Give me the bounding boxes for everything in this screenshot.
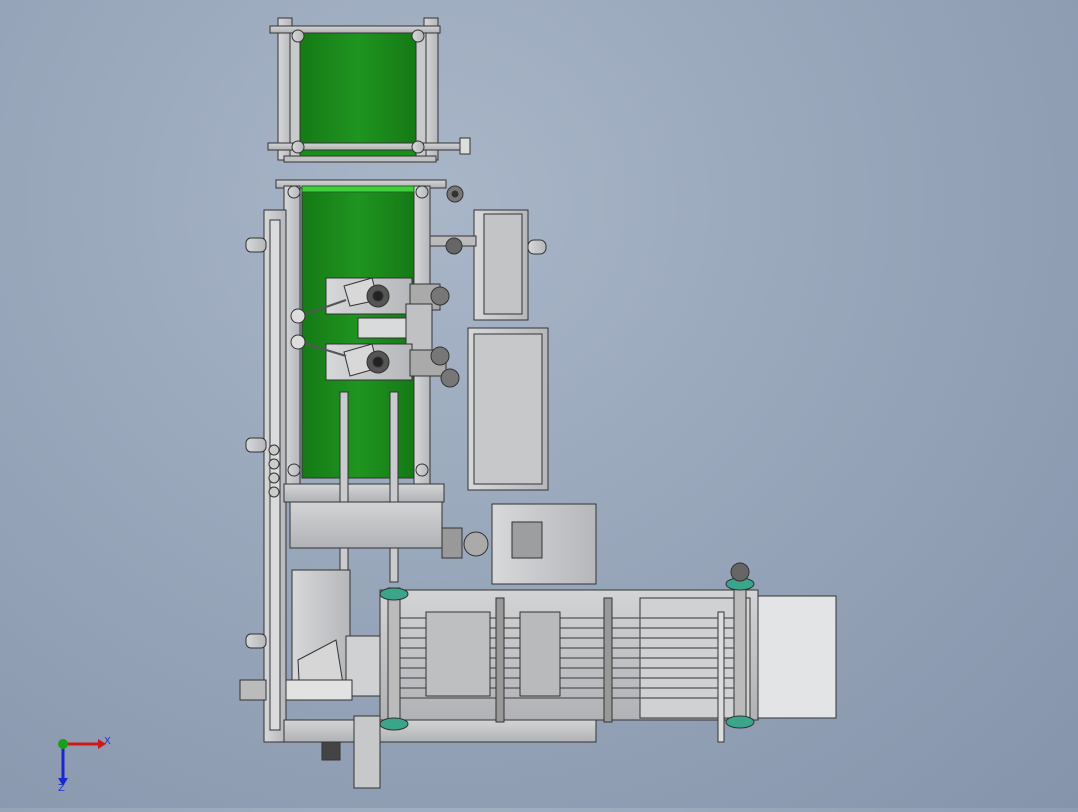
outlet-chute	[353, 715, 381, 789]
drive-sprocket-bottom-right	[725, 715, 755, 729]
output-conveyor[interactable]	[379, 562, 837, 743]
guide-rod-left	[339, 391, 349, 583]
lower-belt-roller-highlight	[301, 185, 415, 193]
motor-housing-upper[interactable]	[429, 209, 547, 321]
axis-x-label: X	[104, 736, 111, 747]
drive-sprocket-bottom-left	[379, 717, 409, 731]
coordinate-triad-icon: X Z	[58, 736, 111, 794]
drive-sprocket-top-left	[379, 587, 409, 601]
guide-rod-right	[389, 391, 399, 583]
machine-drawing: X Z	[58, 17, 837, 794]
cad-model-viewport[interactable]: X Z	[0, 0, 1078, 808]
upper-conveyor[interactable]	[267, 17, 471, 163]
motor-housing-lower[interactable]	[467, 327, 549, 491]
discharge-hopper[interactable]	[239, 569, 387, 789]
upper-conveyor-belt	[299, 27, 417, 155]
output-cover-plate	[757, 595, 837, 719]
tension-knob[interactable]	[730, 562, 750, 582]
axis-z-label: Z	[58, 783, 65, 794]
